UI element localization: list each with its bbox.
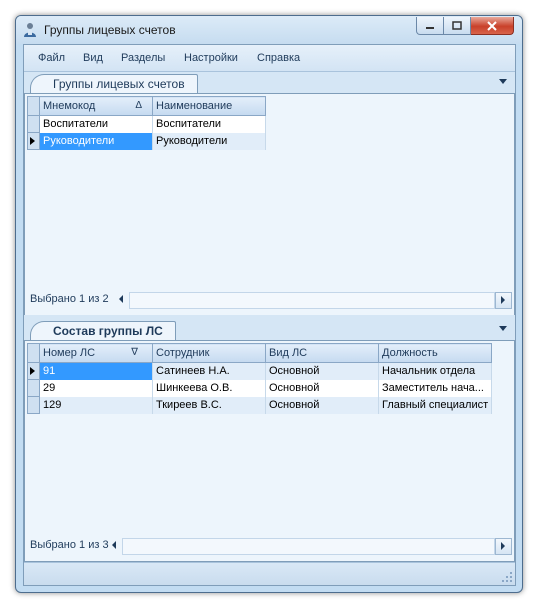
column-header-position[interactable]: Должность <box>377 343 493 363</box>
groups-tabstrip: Группы лицевых счетов <box>24 72 515 94</box>
members-panel: Состав группы ЛС Номер ЛС ∇ Сотрудник Вид… <box>24 319 515 562</box>
cell-code[interactable]: Руководители <box>39 132 153 150</box>
close-icon <box>487 20 497 31</box>
scroll-left-icon[interactable] <box>119 295 123 303</box>
cell-position[interactable]: Начальник отдела <box>378 362 493 380</box>
groups-grid: Мнемокод Δ Наименование Воспитатели Воспи… <box>24 94 515 316</box>
cell-name[interactable]: Руководители <box>152 132 266 150</box>
table-row[interactable]: 29 Шинкеева О.В. Основной Заместитель на… <box>27 379 493 397</box>
menu-sections[interactable]: Разделы <box>121 52 165 64</box>
cell-employee[interactable]: Ткиреев В.С. <box>152 396 266 414</box>
groups-panel: Группы лицевых счетов Мнемокод Δ Наименов… <box>24 72 515 316</box>
row-indicator <box>27 362 40 380</box>
column-header-name-label: Наименование <box>156 100 233 112</box>
chevron-down-icon[interactable] <box>499 326 507 331</box>
table-row[interactable]: 129 Ткиреев В.С. Основной Главный специа… <box>27 396 493 414</box>
column-header-employee[interactable]: Сотрудник <box>152 343 266 363</box>
table-row[interactable]: Руководители Руководители <box>27 132 266 150</box>
minimize-icon <box>426 26 434 29</box>
sort-ascending-icon: Δ <box>135 100 142 111</box>
minimize-button[interactable] <box>416 17 444 35</box>
column-header-number[interactable]: Номер ЛС ∇ <box>39 343 153 363</box>
members-grid: Номер ЛС ∇ Сотрудник Вид ЛС Должность 91 … <box>24 341 515 562</box>
cell-kind[interactable]: Основной <box>265 396 379 414</box>
cell-position[interactable]: Заместитель нача... <box>378 379 493 397</box>
cell-position[interactable]: Главный специалист <box>378 396 493 414</box>
table-row[interactable]: Воспитатели Воспитатели <box>27 115 266 133</box>
tab-groups-label: Группы лицевых счетов <box>53 77 185 91</box>
scroll-right-button[interactable] <box>495 538 512 555</box>
row-indicator-header <box>27 96 40 116</box>
row-indicator <box>27 132 40 150</box>
cell-number[interactable]: 129 <box>39 396 153 414</box>
members-tabstrip: Состав группы ЛС <box>24 319 515 341</box>
cell-kind[interactable]: Основной <box>265 379 379 397</box>
column-header-position-label: Должность <box>382 347 438 359</box>
column-header-code-label: Мнемокод <box>43 100 96 112</box>
scroll-left-icon[interactable] <box>112 541 116 549</box>
cell-employee[interactable]: Шинкеева О.В. <box>152 379 266 397</box>
column-header-name[interactable]: Наименование <box>152 96 266 116</box>
menu-file[interactable]: Файл <box>38 52 65 64</box>
close-button[interactable] <box>471 17 514 35</box>
row-indicator <box>27 396 40 414</box>
column-header-code[interactable]: Мнемокод Δ <box>39 96 153 116</box>
client-area: Файл Вид Разделы Настройки Справка Групп… <box>23 44 516 586</box>
tab-members-label: Состав группы ЛС <box>53 324 163 338</box>
chevron-down-icon[interactable] <box>499 79 507 84</box>
cell-name[interactable]: Воспитатели <box>152 115 266 133</box>
title-bar[interactable]: Группы лицевых счетов <box>16 16 522 44</box>
cell-employee[interactable]: Сатинеев Н.А. <box>152 362 266 380</box>
cell-number[interactable]: 91 <box>39 362 153 380</box>
app-icon <box>24 23 36 37</box>
tab-groups[interactable]: Группы лицевых счетов <box>30 74 198 93</box>
menu-view[interactable]: Вид <box>83 52 103 64</box>
row-indicator <box>27 379 40 397</box>
menu-settings[interactable]: Настройки <box>184 52 238 64</box>
cell-number[interactable]: 29 <box>39 379 153 397</box>
members-selection-status: Выбрано 1 из 3 <box>30 539 109 551</box>
column-header-kind[interactable]: Вид ЛС <box>265 343 379 363</box>
column-header-employee-label: Сотрудник <box>156 347 210 359</box>
column-header-kind-label: Вид ЛС <box>269 347 308 359</box>
groups-table: Мнемокод Δ Наименование Воспитатели Воспи… <box>27 96 266 150</box>
resize-grip-icon[interactable] <box>501 571 513 583</box>
main-window: Группы лицевых счетов Файл Вид Разделы Н… <box>15 15 523 593</box>
menu-bar: Файл Вид Разделы Настройки Справка <box>24 45 515 72</box>
members-hscrollbar[interactable] <box>122 538 495 555</box>
members-status-row: Выбрано 1 из 3 <box>25 537 514 555</box>
sort-descending-icon: ∇ <box>131 347 138 358</box>
maximize-button[interactable] <box>444 17 471 35</box>
row-indicator-header <box>27 343 40 363</box>
scroll-right-icon <box>501 542 505 550</box>
cell-code[interactable]: Воспитатели <box>39 115 153 133</box>
members-table: Номер ЛС ∇ Сотрудник Вид ЛС Должность 91 … <box>27 343 493 414</box>
cell-kind[interactable]: Основной <box>265 362 379 380</box>
menu-help[interactable]: Справка <box>257 52 300 64</box>
tab-members[interactable]: Состав группы ЛС <box>30 321 176 340</box>
status-bar <box>24 562 515 585</box>
current-row-pointer-icon <box>30 137 35 145</box>
table-row[interactable]: 91 Сатинеев Н.А. Основной Начальник отде… <box>27 362 493 380</box>
row-indicator <box>27 115 40 133</box>
current-row-pointer-icon <box>30 367 35 375</box>
groups-hscrollbar[interactable] <box>129 292 495 309</box>
scroll-right-icon <box>501 296 505 304</box>
window-title: Группы лицевых счетов <box>44 23 176 37</box>
groups-status-row: Выбрано 1 из 2 <box>25 291 514 309</box>
column-header-number-label: Номер ЛС <box>43 347 96 359</box>
scroll-right-button[interactable] <box>495 292 512 309</box>
groups-selection-status: Выбрано 1 из 2 <box>30 293 109 305</box>
maximize-icon <box>452 21 462 30</box>
